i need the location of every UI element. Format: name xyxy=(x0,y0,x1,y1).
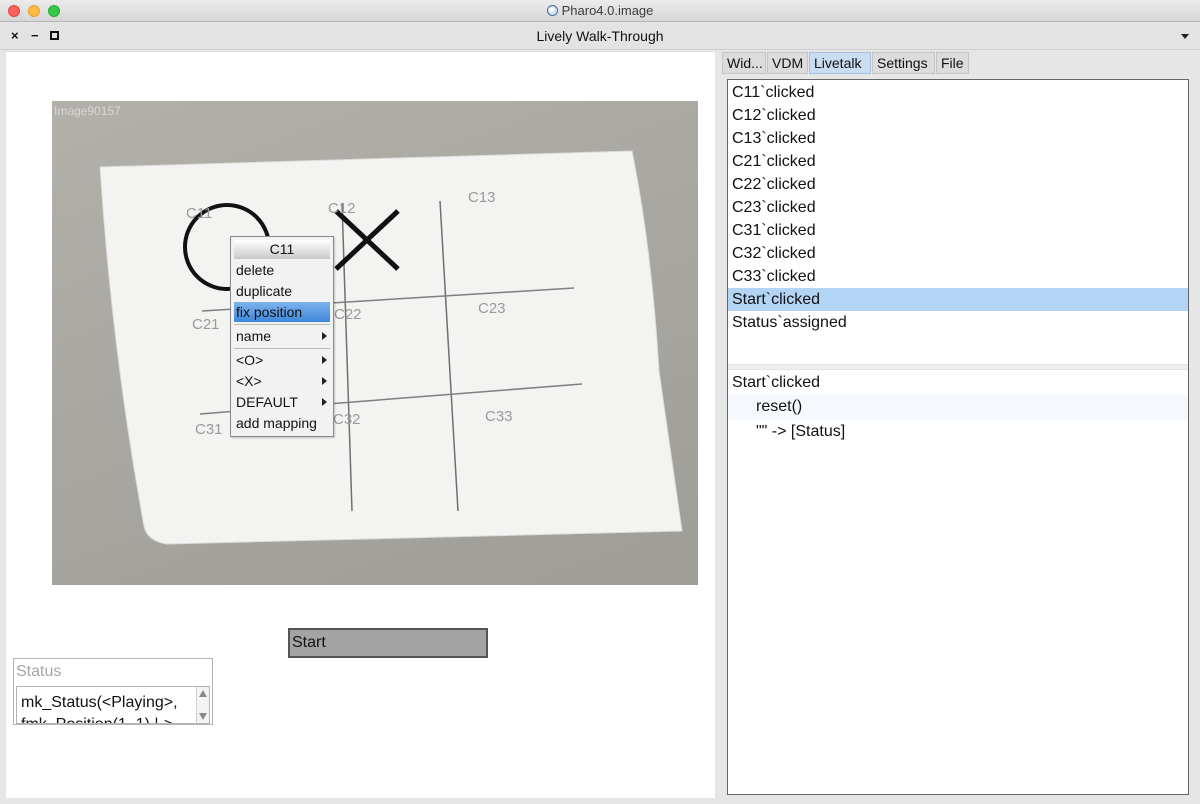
list-item[interactable]: C23`clicked xyxy=(728,196,1188,219)
status-widget: Status mk_Status(<Playing>, fmk_Position… xyxy=(13,658,213,725)
list-item-selected[interactable]: Start`clicked xyxy=(728,288,1188,311)
cell-label-c12[interactable]: C12 xyxy=(328,200,356,217)
menu-item-o[interactable]: <O> xyxy=(234,350,330,370)
event-list[interactable]: C11`clicked C12`clicked C13`clicked C21`… xyxy=(728,80,1188,364)
detail-event-name: Start`clicked xyxy=(732,374,821,391)
menu-item-label: DEFAULT xyxy=(236,394,298,410)
photo-caption: Image90157 xyxy=(54,104,121,118)
scroll-down-icon[interactable] xyxy=(199,713,207,720)
tab-widgets[interactable]: Wid... xyxy=(722,52,766,74)
menu-separator xyxy=(234,348,330,349)
status-value-line-1: mk_Status(<Playing>, xyxy=(21,694,178,711)
context-menu-title: C11 xyxy=(234,240,330,259)
menu-item-duplicate[interactable]: duplicate xyxy=(234,281,330,301)
list-item[interactable]: C21`clicked xyxy=(728,150,1188,173)
pharo-logo-icon xyxy=(546,5,558,16)
cell-label-c11[interactable]: C11 xyxy=(186,205,212,222)
cell-label-c32[interactable]: C32 xyxy=(333,411,361,428)
status-value-line-2: fmk_Position(1, 1) |-> xyxy=(21,714,173,723)
menu-item-fix-position[interactable]: fix position xyxy=(234,302,330,322)
list-item[interactable]: C33`clicked xyxy=(728,265,1188,288)
tab-settings[interactable]: Settings xyxy=(872,52,935,74)
menu-item-name[interactable]: name xyxy=(234,326,330,346)
menu-item-add-mapping[interactable]: add mapping xyxy=(234,413,330,433)
os-window-title: Pharo4.0.image xyxy=(0,3,1200,18)
status-label: Status xyxy=(16,663,62,680)
cell-label-c22[interactable]: C22 xyxy=(334,306,362,323)
inner-window-bar: × − Lively Walk-Through xyxy=(0,23,1200,50)
list-item[interactable]: C13`clicked xyxy=(728,127,1188,150)
status-text-area[interactable]: mk_Status(<Playing>, fmk_Position(1, 1) … xyxy=(16,686,210,724)
pane-splitter[interactable] xyxy=(728,364,1188,370)
context-menu: C11 delete duplicate fix position name <… xyxy=(230,236,334,437)
submenu-arrow-icon xyxy=(322,332,327,340)
livetalk-panel: C11`clicked C12`clicked C13`clicked C21`… xyxy=(727,79,1189,795)
status-scrollbar[interactable] xyxy=(196,687,209,723)
list-item[interactable]: C11`clicked xyxy=(728,81,1188,104)
detail-mapping: "" -> [Status] xyxy=(756,423,846,440)
menu-separator xyxy=(234,324,330,325)
menu-item-label: <X> xyxy=(236,373,262,389)
tab-livetalk[interactable]: Livetalk xyxy=(809,52,871,74)
menu-item-label: name xyxy=(236,328,272,344)
menu-item-label: duplicate xyxy=(236,283,293,299)
list-item[interactable]: Status`assigned xyxy=(728,311,1188,334)
cell-label-c33[interactable]: C33 xyxy=(485,408,513,425)
paper-sheet xyxy=(99,150,683,545)
list-item[interactable]: C31`clicked xyxy=(728,219,1188,242)
os-titlebar: Pharo4.0.image xyxy=(0,0,1200,22)
tab-file[interactable]: File xyxy=(936,52,969,74)
start-button[interactable]: Start xyxy=(288,628,488,658)
submenu-arrow-icon xyxy=(322,356,327,364)
menu-item-label: fix position xyxy=(236,304,303,320)
os-window-title-text: Pharo4.0.image xyxy=(561,3,654,18)
tab-vdm[interactable]: VDM xyxy=(767,52,808,74)
cell-label-c31[interactable]: C31 xyxy=(195,421,223,438)
menu-item-delete[interactable]: delete xyxy=(234,260,330,280)
menu-item-label: <O> xyxy=(236,352,264,368)
cell-label-c13[interactable]: C13 xyxy=(468,189,496,206)
cell-label-c21[interactable]: C21 xyxy=(192,316,220,333)
submenu-arrow-icon xyxy=(322,377,327,385)
submenu-arrow-icon xyxy=(322,398,327,406)
menu-item-label: delete xyxy=(236,262,275,278)
list-item[interactable]: C12`clicked xyxy=(728,104,1188,127)
photo-widget[interactable]: Image90157 C11 C12 C13 C21 C22 C23 C31 C… xyxy=(52,101,698,585)
menu-item-label: add mapping xyxy=(236,415,317,431)
inner-window-title: Lively Walk-Through xyxy=(536,28,664,44)
scroll-up-icon[interactable] xyxy=(199,690,207,697)
list-item[interactable]: C22`clicked xyxy=(728,173,1188,196)
menu-item-default[interactable]: DEFAULT xyxy=(234,392,330,412)
detail-action: reset() xyxy=(728,395,1188,420)
cell-label-c23[interactable]: C23 xyxy=(478,300,506,317)
list-item[interactable]: C32`clicked xyxy=(728,242,1188,265)
menu-item-x[interactable]: <X> xyxy=(234,371,330,391)
window-menu-icon[interactable] xyxy=(1181,34,1189,39)
